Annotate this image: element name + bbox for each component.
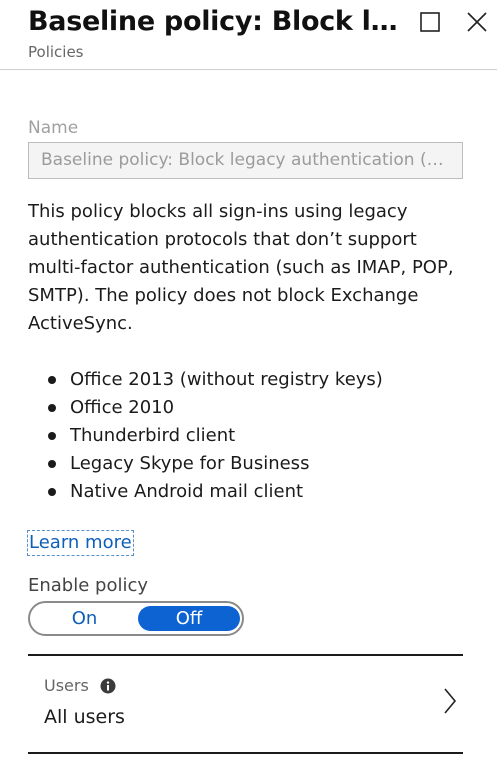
page-title: Baseline policy: Block legacy authentica… [28,6,408,37]
list-item: Legacy Skype for Business [28,450,383,478]
legacy-client-list: Office 2013 (without registry keys) Offi… [28,366,383,506]
list-item: Office 2010 [28,394,383,422]
users-selector-row[interactable]: Users All users [28,654,463,754]
bullet-icon [48,460,56,468]
toggle-on-option[interactable]: On [32,605,137,632]
enable-policy-toggle[interactable]: On Off [28,601,244,636]
users-label: Users [44,676,89,695]
blade-header: Baseline policy: Block legacy authentica… [0,0,497,70]
close-button[interactable] [466,11,488,33]
bullet-icon [48,376,56,384]
learn-more-link[interactable]: Learn more [27,530,134,556]
chevron-right-icon [444,688,457,714]
users-value: All users [44,706,125,728]
bullet-icon [48,404,56,412]
name-label: Name [28,118,79,138]
info-icon[interactable] [100,678,116,694]
list-item: Native Android mail client [28,478,383,506]
list-item: Thunderbird client [28,422,383,450]
bullet-icon [48,432,56,440]
list-item: Office 2013 (without registry keys) [28,366,383,394]
name-field: Baseline policy: Block legacy authentica… [28,142,463,179]
policy-description: This policy blocks all sign-ins using le… [28,201,454,334]
square-icon [420,12,440,32]
breadcrumb[interactable]: Policies [28,43,83,61]
bullet-icon [48,488,56,496]
close-icon [467,12,487,32]
maximize-button[interactable] [420,12,440,32]
enable-policy-label: Enable policy [28,575,149,596]
toggle-off-option[interactable]: Off [138,606,240,631]
